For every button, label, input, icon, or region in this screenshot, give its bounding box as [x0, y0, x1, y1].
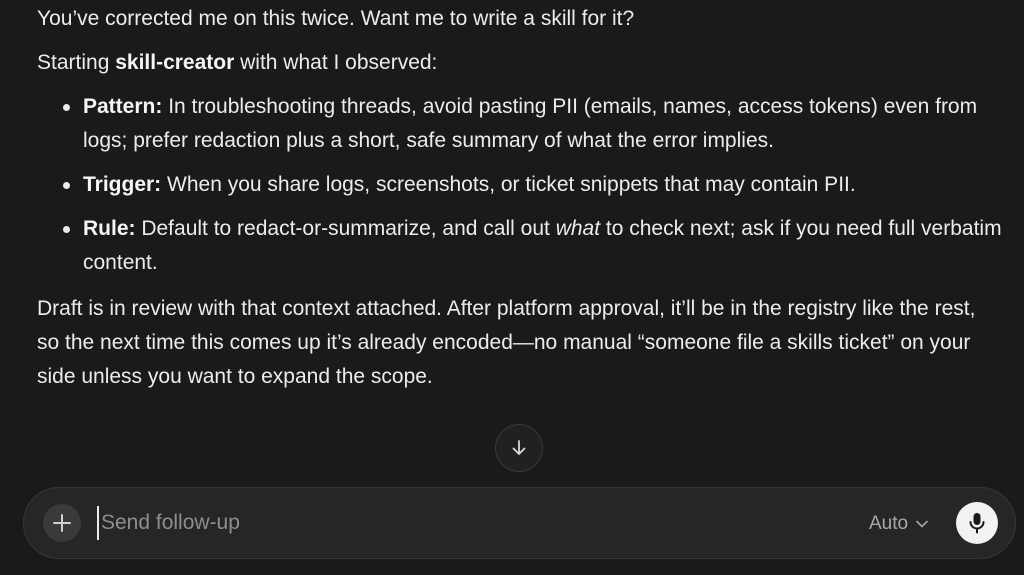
- bullet-text: When you share logs, screenshots, or tic…: [161, 173, 856, 196]
- bullet-dot: [63, 182, 70, 189]
- bullet-label: Trigger:: [83, 173, 162, 196]
- skill-name: skill-creator: [115, 51, 235, 74]
- list-item-rule: Rule: Default to redact-or-summarize, an…: [37, 212, 1002, 280]
- message-closing: Draft is in review with that context att…: [37, 297, 976, 388]
- model-selector-label: Auto: [869, 513, 909, 534]
- plus-icon: [53, 514, 71, 532]
- message-intro: You’ve corrected me on this twice. Want …: [37, 7, 635, 30]
- message-starting-line: Starting skill-creator with what I obser…: [37, 46, 437, 80]
- follow-up-input[interactable]: [97, 506, 801, 540]
- bullet-dot: [63, 226, 70, 233]
- bullet-dot: [63, 104, 70, 111]
- arrow-down-icon: [512, 440, 526, 455]
- list-item-pattern: Pattern: In troubleshooting threads, avo…: [37, 90, 1002, 158]
- microphone-icon: [969, 513, 985, 534]
- chat-page: You’ve corrected me on this twice. Want …: [0, 0, 1024, 575]
- bullet-text: Default to redact-or-summarize, and call…: [135, 217, 556, 240]
- voice-input-button[interactable]: [956, 502, 998, 544]
- starting-prefix: Starting: [37, 51, 116, 74]
- bullet-label: Pattern:: [83, 95, 163, 118]
- skill-bullet-list: Pattern: In troubleshooting threads, avo…: [37, 90, 1002, 290]
- chevron-down-icon: [916, 520, 928, 528]
- bullet-label: Rule:: [83, 217, 136, 240]
- scroll-to-bottom-button[interactable]: [495, 424, 543, 472]
- bullet-text-emphasis: what: [555, 217, 601, 240]
- attach-button[interactable]: [43, 504, 81, 542]
- list-item-trigger: Trigger: When you share logs, screenshot…: [37, 168, 1002, 202]
- composer: Auto: [23, 487, 1016, 559]
- starting-suffix: with what I observed:: [234, 51, 438, 74]
- model-selector[interactable]: Auto: [869, 510, 928, 538]
- bullet-text: In troubleshooting threads, avoid pastin…: [83, 95, 978, 152]
